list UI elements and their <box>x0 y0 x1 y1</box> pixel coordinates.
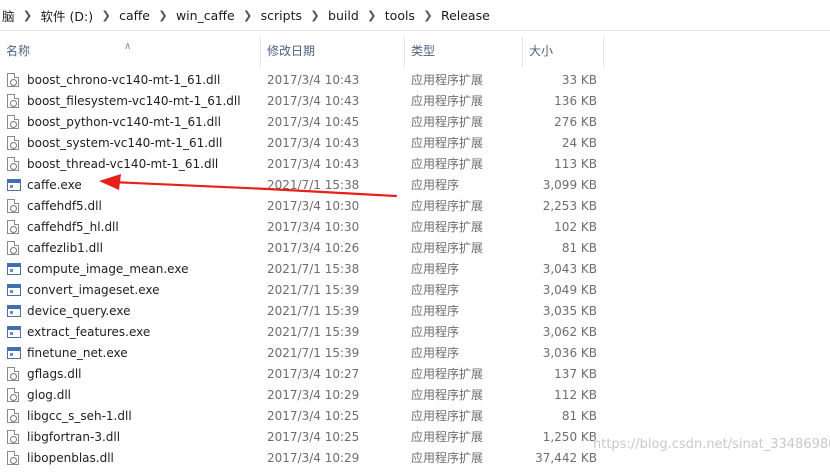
watermark-text: https://blog.csdn.net/sinat_33486980 <box>593 437 830 452</box>
annotation-arrow <box>99 174 398 198</box>
annotation-arrow-head <box>99 174 121 190</box>
annotation-arrow-line <box>110 180 398 198</box>
